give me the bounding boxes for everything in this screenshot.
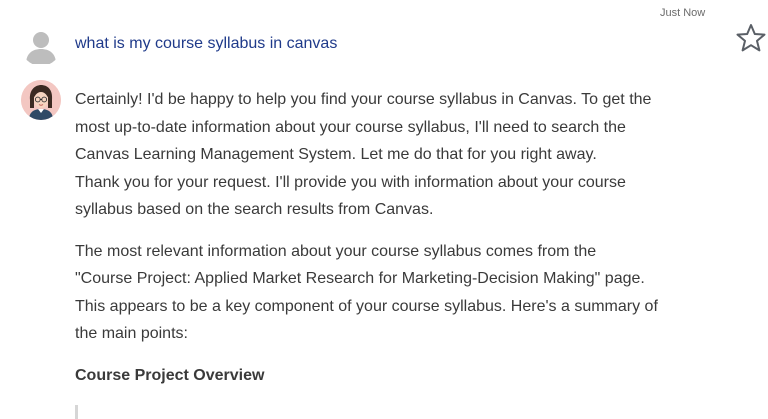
assistant-avatar-icon: [21, 80, 61, 120]
response-line: syllabus based on the search results fro…: [75, 201, 434, 218]
message-timestamp: Just Now: [660, 7, 706, 19]
response-line: This appears to be a key component of yo…: [75, 297, 658, 315]
chat-view: Just Now what is my course syllabus in c…: [0, 0, 768, 419]
section-heading: Course Project Overview: [75, 366, 265, 384]
star-icon[interactable]: [735, 22, 767, 54]
user-silhouette-icon: [21, 26, 61, 66]
response-line: Thank you for your request. I'll provide…: [75, 173, 626, 191]
user-avatar: [21, 26, 61, 66]
response-line: Canvas Learning Management System. Let m…: [75, 146, 597, 163]
response-line: The most relevant information about your…: [75, 242, 597, 260]
response-line: "Course Project: Applied Market Research…: [75, 270, 645, 287]
user-message: what is my course syllabus in canvas: [75, 35, 338, 52]
assistant-message: Certainly! I'd be happy to help you find…: [75, 86, 735, 389]
response-line: the main points:: [75, 325, 188, 342]
assistant-avatar: [21, 80, 61, 120]
response-line: most up-to-date information about your c…: [75, 118, 626, 136]
response-line: Certainly! I'd be happy to help you find…: [75, 91, 652, 108]
blockquote-bar: [75, 405, 78, 419]
